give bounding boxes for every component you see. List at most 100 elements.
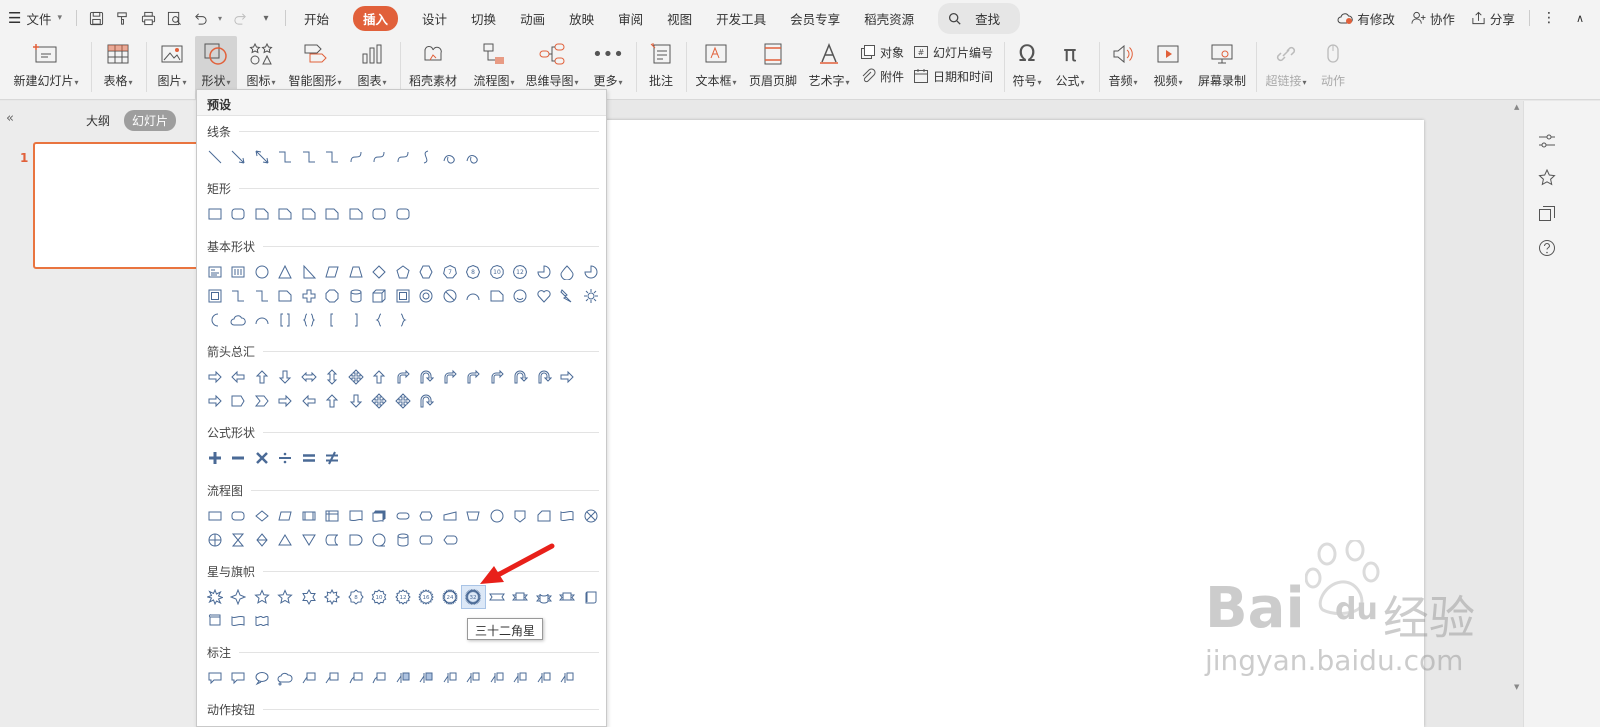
arrowline-shape[interactable] <box>227 146 251 168</box>
dec-shape[interactable] <box>250 505 274 527</box>
circle-shape[interactable] <box>250 261 274 283</box>
n8-shape[interactable]: 8 <box>462 261 486 283</box>
cal3-shape[interactable] <box>250 667 274 689</box>
header-footer-button[interactable]: 页眉页脚 <box>746 36 800 100</box>
moon-shape[interactable] <box>203 309 227 331</box>
slide-number-button[interactable]: # 幻灯片编号 <box>913 42 993 62</box>
uturn-shape[interactable] <box>415 390 439 412</box>
rarrow-shape[interactable] <box>203 366 227 388</box>
pie-shape[interactable] <box>579 261 603 283</box>
undo-icon[interactable] <box>187 0 213 36</box>
merge-shape[interactable] <box>297 529 321 551</box>
cal8-shape[interactable] <box>556 667 580 689</box>
customize-toolbar-icon[interactable]: ▾ <box>253 0 279 36</box>
card-shape[interactable] <box>532 505 556 527</box>
darrow-shape[interactable] <box>274 366 298 388</box>
brack-shape[interactable] <box>274 309 298 331</box>
video-button[interactable]: 视频 <box>1148 36 1188 100</box>
cal8-shape[interactable] <box>485 667 509 689</box>
burst-shape[interactable] <box>203 586 227 608</box>
bent-shape[interactable] <box>438 366 462 388</box>
arc-shape[interactable] <box>462 285 486 307</box>
tri-shape[interactable] <box>274 261 298 283</box>
snip-shape[interactable] <box>274 203 298 225</box>
search-box[interactable]: 查找 <box>926 0 1032 36</box>
para-shape[interactable] <box>321 261 345 283</box>
scroll-shape[interactable] <box>579 586 603 608</box>
tab-review[interactable]: 审阅 <box>606 0 655 36</box>
snip-shape[interactable] <box>344 203 368 225</box>
snip-shape[interactable] <box>485 285 509 307</box>
star6-shape[interactable] <box>297 586 321 608</box>
s16-shape[interactable]: 16 <box>415 586 439 608</box>
term-shape[interactable] <box>391 505 415 527</box>
rrect-shape[interactable] <box>391 203 415 225</box>
scroll-up-icon[interactable]: ▲ <box>1514 103 1519 111</box>
cal8-shape[interactable] <box>509 667 533 689</box>
scroll-down-icon[interactable]: ▼ <box>1514 683 1519 691</box>
predef-shape[interactable] <box>297 505 321 527</box>
snip-shape[interactable] <box>274 285 298 307</box>
darrow-shape[interactable] <box>344 390 368 412</box>
cal5-shape[interactable] <box>321 667 345 689</box>
rect-shape[interactable] <box>203 203 227 225</box>
plus-shape[interactable] <box>203 447 227 469</box>
symbol-button[interactable]: Ω 符号 <box>1008 36 1046 100</box>
picture-button[interactable]: 图片 <box>151 36 193 100</box>
lbrack-shape[interactable] <box>321 309 345 331</box>
uarrow-shape[interactable] <box>321 390 345 412</box>
store-shape[interactable] <box>321 505 345 527</box>
collapse-panel-icon[interactable]: « <box>6 111 14 126</box>
hyperlink-button[interactable]: 超链接 <box>1261 36 1311 100</box>
heart-shape[interactable] <box>532 285 556 307</box>
s10-shape[interactable]: 10 <box>368 586 392 608</box>
s8-shape[interactable]: 8 <box>344 586 368 608</box>
minus-shape[interactable] <box>227 447 251 469</box>
rarrow-shape[interactable] <box>203 390 227 412</box>
help-icon[interactable] <box>1538 239 1556 260</box>
pent-shape[interactable] <box>391 261 415 283</box>
slide-thumbnail[interactable] <box>33 142 203 269</box>
quad-shape[interactable] <box>368 390 392 412</box>
sumj-shape[interactable] <box>579 505 603 527</box>
more-options-icon[interactable]: ⋮ <box>1536 0 1570 36</box>
adjust-settings-icon[interactable] <box>1538 133 1556 152</box>
star5-shape[interactable] <box>274 586 298 608</box>
seqacc-shape[interactable] <box>368 529 392 551</box>
curve-shape[interactable] <box>344 146 368 168</box>
quad-shape[interactable] <box>391 390 415 412</box>
curve-shape[interactable] <box>368 146 392 168</box>
donut-shape[interactable] <box>415 285 439 307</box>
or-shape[interactable] <box>203 529 227 551</box>
tab-transition[interactable]: 切换 <box>459 0 508 36</box>
lrarrow-shape[interactable] <box>297 366 321 388</box>
mag-shape[interactable] <box>391 529 415 551</box>
equal-shape[interactable] <box>297 447 321 469</box>
file-menu[interactable]: ☰ 文件 ▾ <box>0 0 70 36</box>
rbrace-shape[interactable] <box>391 309 415 331</box>
trap-shape[interactable] <box>344 261 368 283</box>
brace-shape[interactable] <box>297 309 321 331</box>
chevron-shape[interactable] <box>250 390 274 412</box>
tab-design[interactable]: 设计 <box>410 0 459 36</box>
cal1-shape[interactable] <box>203 667 227 689</box>
rarrow-shape[interactable] <box>556 366 580 388</box>
redo-icon[interactable] <box>227 0 253 36</box>
vertical-scrollbar[interactable]: ▲ ▼ <box>1513 101 1522 701</box>
slide-transition-icon[interactable] <box>1538 205 1556 226</box>
direct-shape[interactable] <box>415 529 439 551</box>
textbox-button[interactable]: 文本框 <box>691 36 741 100</box>
datetime-button[interactable]: 日期和时间 <box>913 66 993 86</box>
bent-shape[interactable] <box>391 366 415 388</box>
star-icon[interactable] <box>1538 168 1556 190</box>
uturn-shape[interactable] <box>509 366 533 388</box>
object-button[interactable]: 对象 <box>860 42 904 62</box>
free-shape[interactable] <box>438 146 462 168</box>
sun-shape[interactable] <box>579 285 603 307</box>
uarrow-shape[interactable] <box>368 366 392 388</box>
tab-outline[interactable]: 大纲 <box>86 112 110 129</box>
quad-shape[interactable] <box>344 366 368 388</box>
prep-shape[interactable] <box>415 505 439 527</box>
snip-shape[interactable] <box>250 203 274 225</box>
n12-shape[interactable]: 12 <box>509 261 533 283</box>
